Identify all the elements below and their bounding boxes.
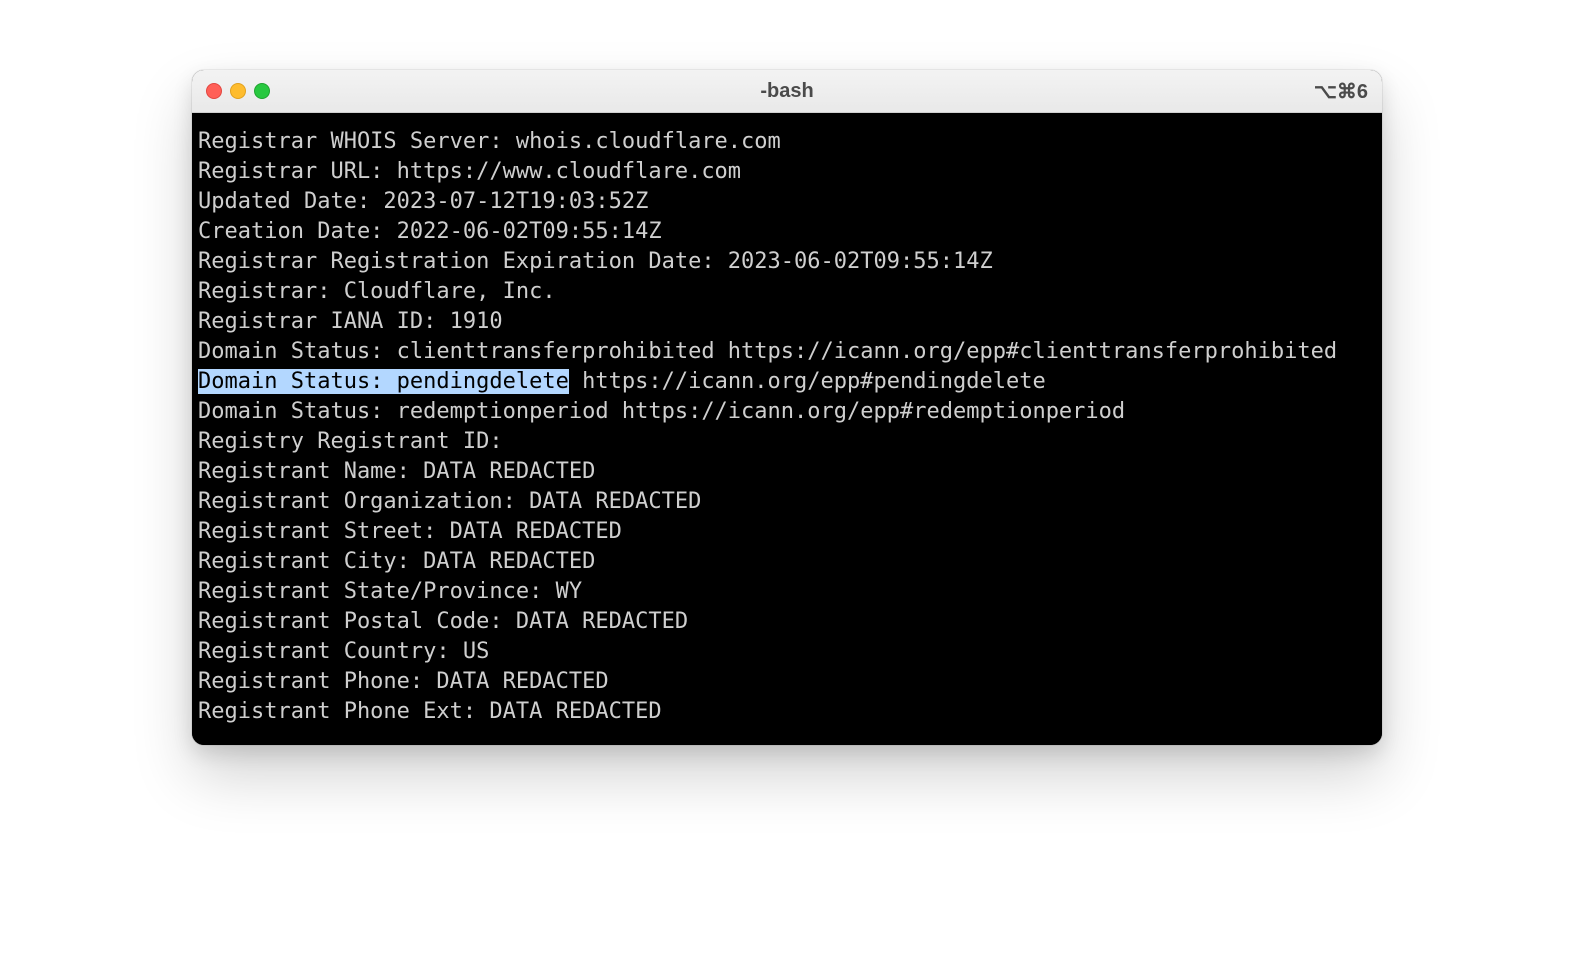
close-icon[interactable]	[206, 83, 222, 99]
output-line: Registry Registrant ID:	[198, 427, 1376, 457]
output-line: Registrar Registration Expiration Date: …	[198, 247, 1376, 277]
zoom-icon[interactable]	[254, 83, 270, 99]
output-line: Registrant Phone: DATA REDACTED	[198, 667, 1376, 697]
output-line: Domain Status: pendingdelete https://ica…	[198, 367, 1376, 397]
output-line: Registrar URL: https://www.cloudflare.co…	[198, 157, 1376, 187]
output-text: https://icann.org/epp#pendingdelete	[569, 369, 1046, 394]
output-line: Updated Date: 2023-07-12T19:03:52Z	[198, 187, 1376, 217]
output-line: Registrant Country: US	[198, 637, 1376, 667]
output-line: Registrant Street: DATA REDACTED	[198, 517, 1376, 547]
terminal-window: -bash ⌥⌘6 Registrar WHOIS Server: whois.…	[192, 70, 1382, 745]
output-line: Registrant Phone Ext: DATA REDACTED	[198, 697, 1376, 727]
terminal-body[interactable]: Registrar WHOIS Server: whois.cloudflare…	[192, 113, 1382, 745]
window-shortcut-label: ⌥⌘6	[1314, 79, 1368, 104]
window-title: -bash	[192, 80, 1382, 103]
output-line: Registrant Organization: DATA REDACTED	[198, 487, 1376, 517]
output-line: Registrar: Cloudflare, Inc.	[198, 277, 1376, 307]
output-line: Registrant City: DATA REDACTED	[198, 547, 1376, 577]
output-line: Registrant Name: DATA REDACTED	[198, 457, 1376, 487]
output-line: Registrant Postal Code: DATA REDACTED	[198, 607, 1376, 637]
minimize-icon[interactable]	[230, 83, 246, 99]
window-traffic-lights	[206, 83, 270, 99]
output-line: Registrar IANA ID: 1910	[198, 307, 1376, 337]
output-line: Creation Date: 2022-06-02T09:55:14Z	[198, 217, 1376, 247]
output-line: Registrar WHOIS Server: whois.cloudflare…	[198, 127, 1376, 157]
output-line: Registrant State/Province: WY	[198, 577, 1376, 607]
highlighted-text: Domain Status: pendingdelete	[198, 369, 569, 394]
output-line: Domain Status: clienttransferprohibited …	[198, 337, 1376, 367]
window-titlebar: -bash ⌥⌘6	[192, 70, 1382, 113]
output-line: Domain Status: redemptionperiod https://…	[198, 397, 1376, 427]
